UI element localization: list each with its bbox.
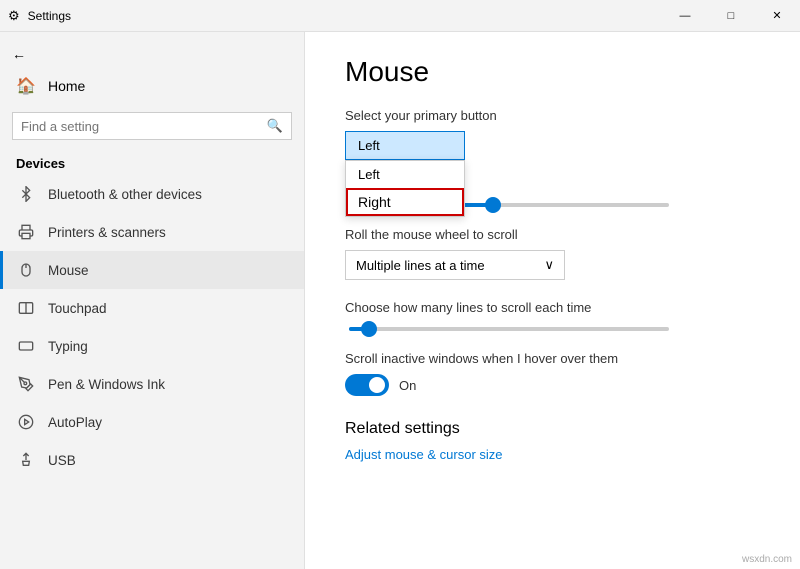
close-button[interactable]: ✕ [754, 0, 800, 32]
sidebar-item-touchpad[interactable]: Touchpad [0, 289, 304, 327]
section-title: Devices [0, 148, 304, 175]
dropdown-options: Left Right [345, 160, 465, 217]
sidebar-item-autoplay[interactable]: AutoPlay [0, 403, 304, 441]
app-container: ← 🏠 Home 🔍 Devices Bluetooth & other dev… [0, 32, 800, 569]
sidebar-item-bluetooth[interactable]: Bluetooth & other devices [0, 175, 304, 213]
dropdown-option-right[interactable]: Right [346, 188, 464, 216]
autoplay-icon [16, 412, 36, 432]
sidebar-item-label: Mouse [48, 263, 89, 278]
watermark: wsxdn.com [742, 554, 792, 565]
page-title: Mouse [345, 56, 760, 88]
lines-track [349, 327, 669, 331]
toggle-thumb [369, 377, 385, 393]
sidebar: ← 🏠 Home 🔍 Devices Bluetooth & other dev… [0, 32, 305, 569]
scroll-inactive-toggle[interactable] [345, 374, 389, 396]
settings-icon: ⚙ [8, 8, 20, 24]
typing-icon [16, 336, 36, 356]
lines-label: Choose how many lines to scroll each tim… [345, 300, 760, 315]
restore-button[interactable]: □ [708, 0, 754, 32]
search-box[interactable]: 🔍 [12, 112, 292, 140]
scroll-dropdown[interactable]: Multiple lines at a time ∨ [345, 250, 565, 280]
title-bar-title: Settings [28, 9, 71, 23]
sidebar-item-label: AutoPlay [48, 415, 102, 430]
search-icon: 🔍 [267, 118, 283, 134]
search-input[interactable] [21, 119, 267, 134]
usb-icon [16, 450, 36, 470]
minimize-button[interactable]: — [662, 0, 708, 32]
toggle-text: On [399, 378, 416, 393]
sidebar-item-typing[interactable]: Typing [0, 327, 304, 365]
bluetooth-icon [16, 184, 36, 204]
pen-icon [16, 374, 36, 394]
touchpad-icon [16, 298, 36, 318]
back-button[interactable]: ← [0, 40, 304, 68]
dropdown-selected[interactable]: Left [345, 131, 465, 160]
related-settings-title: Related settings [345, 420, 760, 438]
lines-slider[interactable] [345, 327, 760, 331]
sidebar-item-label: Touchpad [48, 301, 107, 316]
toggle-row: On [345, 374, 760, 396]
sidebar-item-label: USB [48, 453, 76, 468]
main-content: Mouse Select your primary button Left Le… [305, 32, 800, 569]
chevron-down-icon: ∨ [544, 257, 554, 273]
inactive-label: Scroll inactive windows when I hover ove… [345, 351, 760, 366]
sidebar-item-mouse[interactable]: Mouse [0, 251, 304, 289]
sidebar-item-label: Bluetooth & other devices [48, 187, 202, 202]
scroll-label: Roll the mouse wheel to scroll [345, 227, 760, 242]
sidebar-item-usb[interactable]: USB [0, 441, 304, 479]
mouse-icon [16, 260, 36, 280]
sidebar-item-label: Pen & Windows Ink [48, 377, 165, 392]
lines-thumb[interactable] [361, 321, 377, 337]
adjust-mouse-link[interactable]: Adjust mouse & cursor size [345, 447, 503, 462]
primary-button-label: Select your primary button [345, 108, 760, 123]
sidebar-item-label: Printers & scanners [48, 225, 166, 240]
primary-button-dropdown[interactable]: Left Left Right [345, 131, 760, 160]
title-bar-left: ⚙ Settings [8, 8, 71, 24]
home-icon: 🏠 [16, 76, 36, 96]
title-bar-controls: — □ ✕ [662, 0, 800, 32]
dropdown-option-left[interactable]: Left [346, 161, 464, 188]
back-arrow-icon: ← [12, 46, 26, 62]
scroll-value: Multiple lines at a time [356, 258, 485, 273]
sidebar-item-printers[interactable]: Printers & scanners [0, 213, 304, 251]
sidebar-item-pen[interactable]: Pen & Windows Ink [0, 365, 304, 403]
printer-icon [16, 222, 36, 242]
title-bar: ⚙ Settings — □ ✕ [0, 0, 800, 32]
sidebar-home-item[interactable]: 🏠 Home [0, 68, 304, 104]
sidebar-item-label: Typing [48, 339, 88, 354]
cursor-speed-thumb[interactable] [485, 197, 501, 213]
home-label: Home [48, 78, 85, 94]
